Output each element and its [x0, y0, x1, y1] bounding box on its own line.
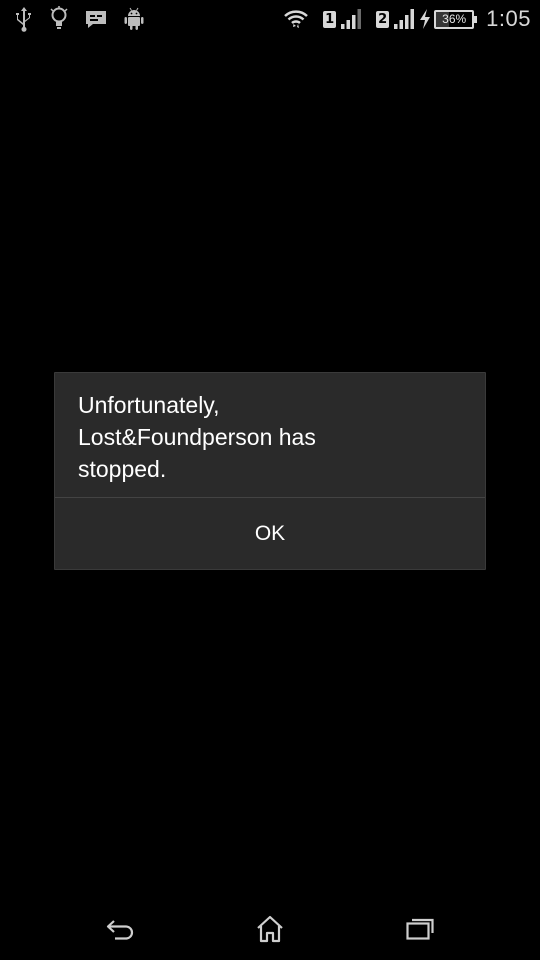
back-icon	[105, 918, 135, 944]
status-clock: 1:05	[486, 6, 531, 31]
recents-button[interactable]	[400, 914, 440, 948]
sim2-signal-icon	[393, 8, 415, 30]
usb-icon	[14, 6, 34, 32]
message-icon	[84, 6, 108, 32]
notification-icons	[14, 6, 145, 32]
system-status-icons: 1 2 36% 1:05	[283, 6, 531, 32]
app-crash-screen: 1 2 36% 1:05 Unfortunately, Lost&Foundpe…	[0, 0, 540, 960]
android-debug-icon	[123, 6, 145, 32]
home-icon	[255, 915, 285, 947]
battery-percent: 36%	[442, 11, 467, 26]
sim2-badge: 2	[376, 10, 390, 28]
recents-icon	[405, 917, 435, 945]
lightbulb-icon	[49, 6, 69, 32]
back-button[interactable]	[100, 914, 140, 948]
dialog-message: Unfortunately, Lost&Foundperson has stop…	[78, 392, 316, 482]
wifi-icon	[283, 7, 309, 31]
sim1-signal-icon	[340, 8, 362, 30]
crash-dialog: Unfortunately, Lost&Foundperson has stop…	[54, 372, 486, 570]
home-button[interactable]	[250, 914, 290, 948]
sim1-badge: 1	[323, 10, 337, 28]
navigation-bar	[0, 900, 540, 960]
charging-icon	[419, 8, 431, 30]
status-bar: 1 2 36% 1:05	[0, 0, 540, 38]
battery-icon: 36%	[434, 9, 478, 29]
ok-button[interactable]: OK	[55, 498, 485, 570]
